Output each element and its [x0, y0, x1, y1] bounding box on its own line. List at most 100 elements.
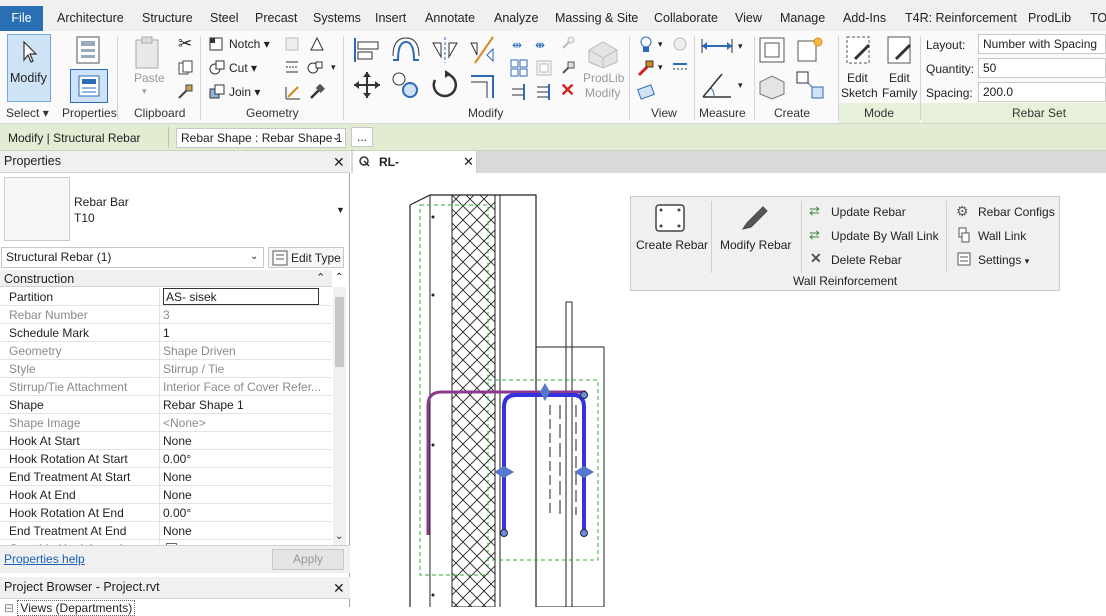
- split-gap-icon[interactable]: ⇼: [535, 38, 545, 52]
- split-icon[interactable]: ⇹: [512, 38, 522, 52]
- cope-icon[interactable]: [208, 36, 224, 52]
- properties-button[interactable]: [70, 69, 108, 103]
- spacing-input[interactable]: 200.0: [978, 82, 1106, 102]
- property-row[interactable]: End Treatment At Start None: [0, 468, 332, 486]
- rebar-shape-select[interactable]: Rebar Shape : Rebar Shape 1: [176, 128, 346, 148]
- tab-to[interactable]: TO: [1090, 11, 1106, 25]
- delete-rebar-button[interactable]: Delete Rebar: [831, 253, 902, 267]
- copy-modify-icon[interactable]: [390, 70, 420, 100]
- cut-icon[interactable]: [208, 59, 226, 77]
- edit-family-label-2[interactable]: Family: [882, 86, 917, 100]
- paste-label[interactable]: Paste: [134, 71, 165, 85]
- properties-type-icon[interactable]: [72, 34, 104, 66]
- demolish-icon[interactable]: [308, 83, 326, 101]
- property-row[interactable]: Geometry Shape Driven: [0, 342, 332, 360]
- wall-joins-icon[interactable]: [308, 35, 326, 53]
- property-value[interactable]: 0.00°: [163, 452, 321, 466]
- property-value[interactable]: None: [163, 524, 321, 538]
- paste-dropdown-icon[interactable]: ▾: [142, 86, 147, 97]
- dimension-angular-icon[interactable]: [700, 70, 734, 100]
- quantity-input[interactable]: 50: [978, 58, 1106, 78]
- property-row[interactable]: Schedule Mark 1: [0, 324, 332, 342]
- create-assembly-icon[interactable]: [757, 35, 787, 65]
- property-row[interactable]: End Treatment At End None: [0, 522, 332, 540]
- tab-architecture[interactable]: Architecture: [57, 11, 124, 25]
- tab-systems[interactable]: Systems: [313, 11, 361, 25]
- property-row[interactable]: Hook At Start None: [0, 432, 332, 450]
- delete-icon[interactable]: ✕: [560, 80, 575, 101]
- chevron-down-icon[interactable]: ⌄: [332, 132, 340, 143]
- measure-icon[interactable]: [700, 36, 734, 56]
- property-value[interactable]: Rebar Shape 1: [163, 398, 321, 412]
- property-row[interactable]: Shape Image <None>: [0, 414, 332, 432]
- type-selector-dropdown[interactable]: ▼: [336, 205, 345, 215]
- property-value[interactable]: None: [163, 488, 321, 502]
- tab-analyze[interactable]: Analyze: [494, 11, 538, 25]
- cut-scissors-icon[interactable]: ✂: [178, 34, 192, 54]
- tab-steel[interactable]: Steel: [210, 11, 239, 25]
- scroll-up-icon[interactable]: ⌃: [335, 272, 343, 283]
- create-parts-icon[interactable]: [795, 35, 825, 65]
- notch-button[interactable]: Notch ▾: [229, 37, 270, 51]
- property-row[interactable]: Hook Rotation At Start 0.00°: [0, 450, 332, 468]
- tab-t4r-reinforcement[interactable]: T4R: Reinforcement: [905, 11, 1017, 25]
- split-face-icon[interactable]: [284, 59, 300, 75]
- edit-sketch-label-2[interactable]: Sketch: [841, 86, 878, 100]
- tab-view[interactable]: View: [735, 11, 762, 25]
- edit-family-icon[interactable]: [886, 35, 914, 67]
- trim-multiple-icon[interactable]: [535, 83, 553, 101]
- modify-rebar-button[interactable]: Modify Rebar: [720, 238, 791, 252]
- modify-button[interactable]: Modify: [7, 34, 51, 102]
- layout-select[interactable]: Number with Spacing: [978, 34, 1106, 54]
- property-row[interactable]: Shape Rebar Shape 1: [0, 396, 332, 414]
- tab-annotate[interactable]: Annotate: [425, 11, 475, 25]
- prodlib-modify-icon[interactable]: [585, 36, 621, 68]
- wall-link-button[interactable]: Wall Link: [978, 229, 1026, 243]
- array-icon[interactable]: [510, 59, 528, 77]
- prodlib-modify-label-2[interactable]: Modify: [585, 86, 620, 100]
- offset-icon[interactable]: [390, 36, 422, 64]
- mirror-draw-axis-icon[interactable]: [467, 35, 499, 65]
- tab-collaborate[interactable]: Collaborate: [654, 11, 718, 25]
- trim-extend-icon[interactable]: [510, 83, 528, 101]
- property-value[interactable]: AS- sisek: [163, 288, 319, 305]
- tab-insert[interactable]: Insert: [375, 11, 406, 25]
- trim-corner-icon[interactable]: [467, 70, 499, 100]
- linework-icon[interactable]: [284, 83, 302, 101]
- prodlib-modify-label-1[interactable]: ProdLib: [583, 71, 624, 85]
- scroll-down-icon[interactable]: ⌄: [335, 531, 343, 542]
- tab-file[interactable]: File: [0, 6, 43, 31]
- browser-tree-item[interactable]: ⊟ Views (Departments): [4, 600, 136, 616]
- move-icon[interactable]: [352, 70, 382, 100]
- property-row[interactable]: Partition AS- sisek: [0, 288, 332, 306]
- join-button[interactable]: Join ▾: [229, 85, 260, 99]
- cut-button[interactable]: Cut ▾: [229, 61, 257, 75]
- linework-view-icon[interactable]: [671, 59, 689, 77]
- select-box-icon[interactable]: [637, 83, 655, 101]
- edit-sketch-icon[interactable]: [845, 35, 873, 67]
- property-value[interactable]: 0.00°: [163, 506, 321, 520]
- tab-manage[interactable]: Manage: [780, 11, 825, 25]
- rotate-icon[interactable]: [429, 70, 461, 100]
- close-icon[interactable]: ✕: [463, 154, 474, 170]
- copy-icon[interactable]: [178, 60, 194, 76]
- tab-precast[interactable]: Precast: [255, 11, 297, 25]
- match-properties-icon[interactable]: [177, 83, 195, 101]
- apply-button[interactable]: Apply: [272, 549, 344, 570]
- more-options-button[interactable]: ...: [351, 127, 373, 147]
- modify-rebar-icon[interactable]: [739, 203, 771, 235]
- align-icon[interactable]: [352, 36, 382, 64]
- close-icon[interactable]: ✕: [333, 154, 345, 171]
- update-rebar-button[interactable]: Update Rebar: [831, 205, 906, 219]
- property-value[interactable]: 1: [163, 326, 321, 340]
- paint-icon[interactable]: [306, 59, 326, 77]
- property-row[interactable]: Hook Rotation At End 0.00°: [0, 504, 332, 522]
- property-row[interactable]: Style Stirrup / Tie: [0, 360, 332, 378]
- unpin-icon[interactable]: [560, 35, 576, 51]
- rebar-configs-button[interactable]: Rebar Configs: [978, 205, 1055, 219]
- create-rebar-icon[interactable]: [654, 203, 686, 233]
- property-row[interactable]: Rebar Number 3: [0, 306, 332, 324]
- tab-massing-site[interactable]: Massing & Site: [555, 11, 638, 25]
- create-group-icon[interactable]: [757, 70, 787, 100]
- mirror-pick-axis-icon[interactable]: [429, 35, 461, 65]
